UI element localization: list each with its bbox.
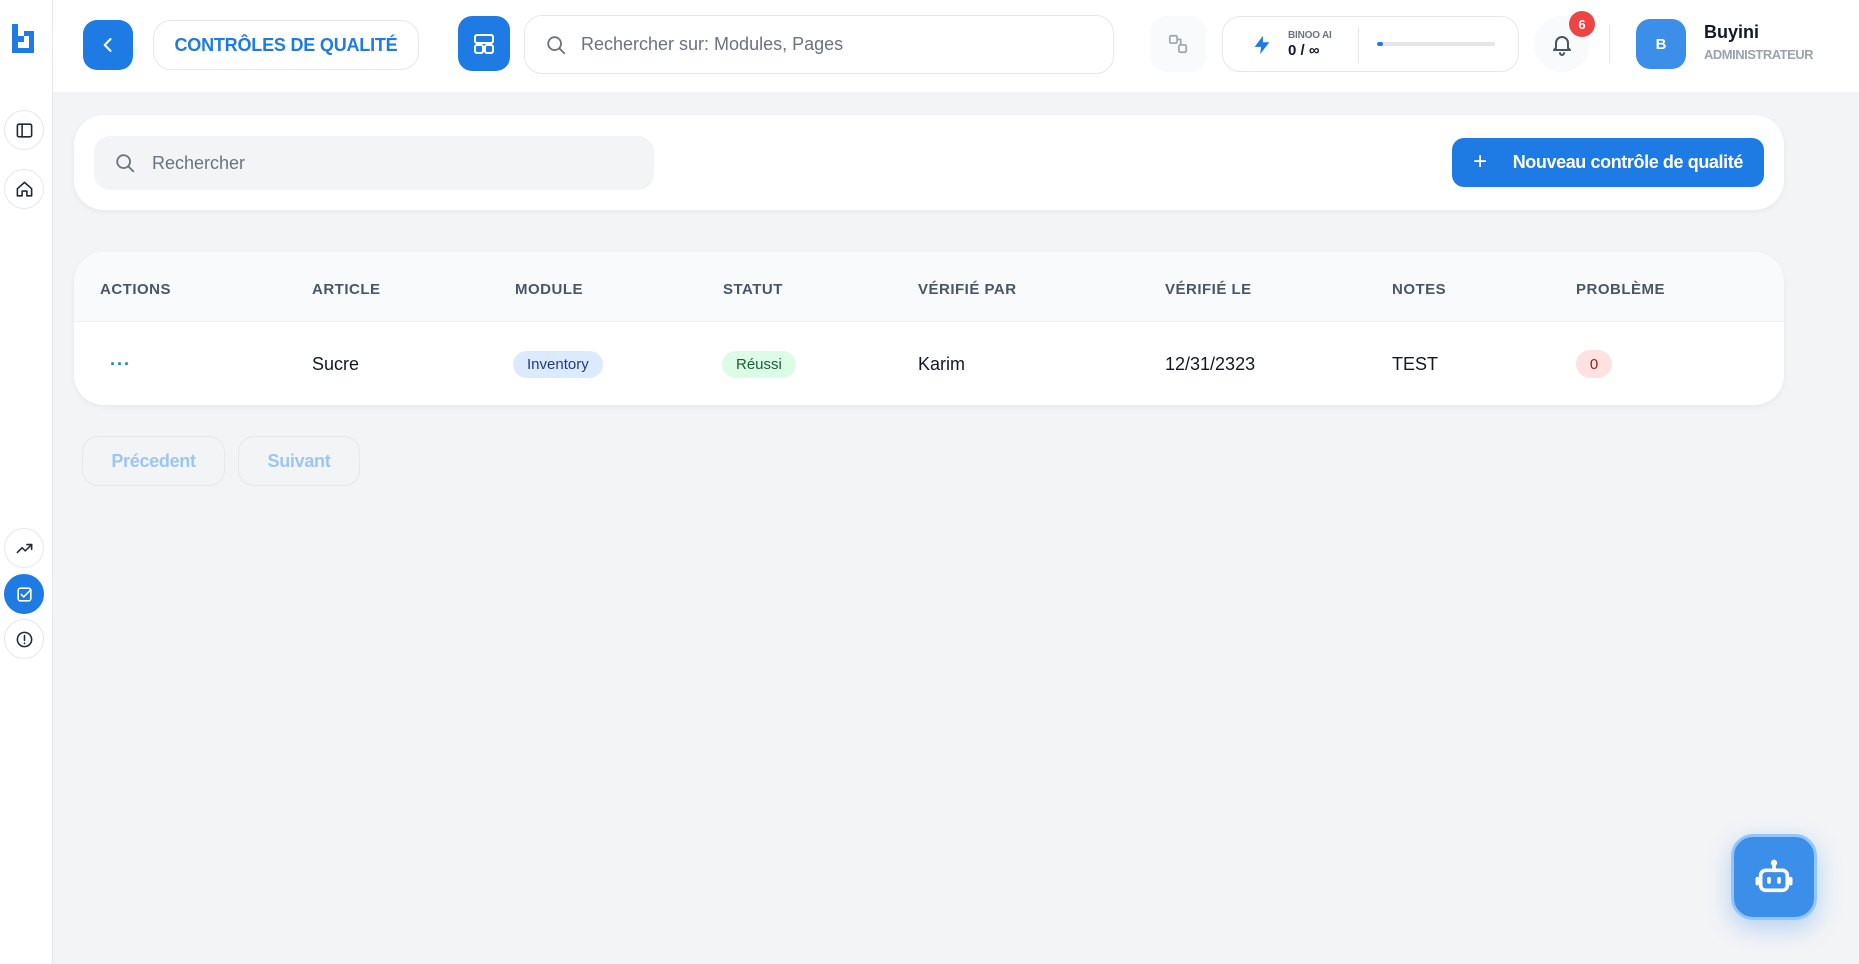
column-header-verified-by: VÉRIFIÉ PAR — [918, 281, 1017, 298]
switch-workspace-button[interactable] — [1150, 16, 1206, 72]
ai-assistant-button[interactable] — [1731, 834, 1817, 920]
cell-article: Sucre — [312, 353, 360, 374]
search-icon — [547, 35, 566, 54]
toolbar-card: + Nouveau contrôle de qualité — [74, 115, 1784, 210]
notification-count-badge: 6 — [1569, 11, 1595, 37]
back-button[interactable] — [83, 20, 133, 70]
top-header: CONTRÔLES DE QUALITÉ BINOO AI 0 / ∞ 6 B … — [53, 0, 1859, 92]
alert-circle-icon — [16, 631, 32, 647]
chevron-left-icon — [103, 38, 112, 52]
column-header-article: ARTICLE — [312, 281, 381, 298]
ai-divider — [1358, 27, 1359, 63]
column-header-problem: PROBLÈME — [1576, 281, 1666, 298]
new-quality-control-button[interactable]: + Nouveau contrôle de qualité — [1452, 138, 1764, 187]
ai-credits-value: 0 / ∞ — [1288, 42, 1320, 59]
column-header-actions: ACTIONS — [100, 281, 171, 298]
global-search-input[interactable] — [581, 34, 1101, 55]
plus-icon: + — [1473, 147, 1487, 175]
sidebar-item-home[interactable] — [4, 169, 44, 209]
robot-icon — [1755, 859, 1793, 893]
cell-verified-on: 12/31/2323 — [1165, 353, 1256, 374]
trending-up-icon — [16, 543, 32, 553]
status-badge: Réussi — [722, 350, 796, 378]
new-quality-control-label: Nouveau contrôle de qualité — [1512, 152, 1744, 172]
app-logo-icon[interactable] — [10, 22, 36, 54]
layout-grid-icon — [474, 33, 494, 54]
sidebar — [0, 0, 53, 964]
ai-usage-progress — [1377, 42, 1495, 46]
quality-controls-table: ACTIONS ARTICLE MODULE STATUT VÉRIFIÉ PA… — [74, 252, 1784, 405]
layout-button[interactable] — [458, 16, 510, 71]
bell-icon — [1553, 36, 1571, 56]
sidebar-item-analytics[interactable] — [4, 528, 44, 568]
previous-page-button[interactable]: Précedent — [82, 436, 225, 486]
column-header-status: STATUT — [723, 281, 783, 298]
page-title: CONTRÔLES DE QUALITÉ — [153, 20, 419, 70]
ai-usage-progress-fill — [1377, 42, 1383, 46]
list-search[interactable] — [94, 136, 654, 190]
search-icon — [116, 154, 135, 173]
list-search-input[interactable] — [152, 152, 632, 174]
cell-notes: TEST — [1392, 353, 1439, 374]
ai-usage-box: BINOO AI 0 / ∞ — [1222, 16, 1519, 72]
avatar[interactable]: B — [1636, 19, 1686, 69]
cell-verified-by: Karim — [918, 353, 966, 374]
sidebar-panel-icon — [16, 122, 32, 138]
user-role: ADMINISTRATEUR — [1704, 47, 1814, 62]
check-square-icon — [16, 586, 32, 602]
header-divider — [1609, 25, 1610, 63]
global-search[interactable] — [524, 15, 1114, 74]
column-header-module: MODULE — [515, 281, 583, 298]
table-header: ACTIONS ARTICLE MODULE STATUT VÉRIFIÉ PA… — [74, 252, 1784, 322]
module-badge: Inventory — [513, 350, 603, 378]
row-actions-menu-button[interactable]: ··· — [110, 354, 131, 375]
next-page-button[interactable]: Suivant — [238, 436, 360, 486]
sidebar-item-issues[interactable] — [4, 619, 44, 659]
ai-label: BINOO AI — [1288, 30, 1332, 41]
column-header-notes: NOTES — [1392, 281, 1447, 298]
column-header-verified-on: VÉRIFIÉ LE — [1165, 281, 1252, 298]
table-row[interactable]: ··· Sucre Inventory Réussi Karim 12/31/2… — [74, 323, 1784, 405]
problem-count-badge: 0 — [1576, 350, 1612, 378]
sidebar-toggle-button[interactable] — [4, 110, 44, 150]
user-name: Buyini — [1704, 22, 1760, 42]
sidebar-item-quality-controls[interactable] — [4, 574, 44, 614]
home-icon — [16, 181, 32, 197]
lightning-icon — [1254, 35, 1270, 55]
switch-icon — [1168, 34, 1188, 54]
